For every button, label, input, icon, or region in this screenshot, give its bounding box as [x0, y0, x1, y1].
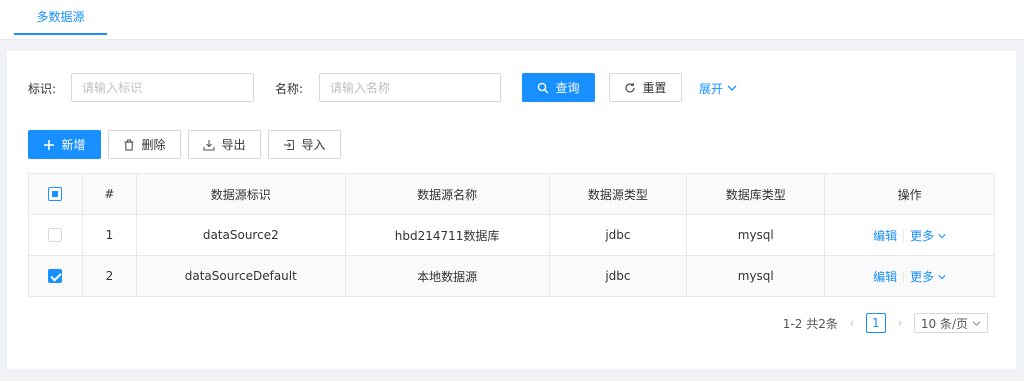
page-size-select[interactable]: 10 条/页	[913, 313, 988, 333]
page-size-value: 10 条/页	[920, 316, 968, 331]
column-header: 操作	[824, 173, 995, 215]
reset-button[interactable]: 重置	[609, 73, 682, 102]
edit-link[interactable]: 编辑	[873, 229, 897, 243]
identifier-input[interactable]	[71, 73, 254, 102]
table-header-row: # 数据源标识 数据源名称 数据源类型 数据库类型 操作	[28, 173, 995, 215]
datasource-table: # 数据源标识 数据源名称 数据源类型 数据库类型 操作 1 dataSourc…	[28, 173, 995, 297]
pagination-summary: 1-2 共2条	[782, 316, 838, 331]
delete-button-label: 删除	[141, 138, 166, 152]
edit-link[interactable]: 编辑	[873, 270, 897, 284]
download-icon	[203, 139, 216, 151]
select-all-cell[interactable]	[28, 173, 83, 215]
row-select-cell[interactable]	[28, 214, 83, 256]
row-checkbox[interactable]	[48, 228, 63, 243]
expand-toggle[interactable]: 展开	[699, 80, 737, 97]
import-button-label: 导入	[301, 138, 326, 152]
chevron-down-icon	[938, 274, 946, 279]
export-button-label: 导出	[221, 138, 246, 152]
row-index: 2	[81, 255, 137, 297]
row-datasource-name: 本地数据源	[344, 255, 550, 297]
row-datasource-id: dataSource2	[135, 214, 346, 256]
prev-page-icon[interactable]: ‹	[846, 316, 858, 330]
action-divider	[903, 271, 905, 283]
table-row[interactable]: 2 dataSourceDefault 本地数据源 jdbc mysql 编辑更…	[28, 255, 995, 297]
row-datasource-type: jdbc	[548, 214, 688, 256]
page-number-button[interactable]: 1	[865, 313, 886, 333]
row-index: 1	[81, 214, 137, 256]
trash-icon	[123, 138, 135, 151]
expand-label: 展开	[699, 82, 724, 96]
row-db-type: mysql	[686, 214, 826, 256]
more-label: 更多	[910, 269, 935, 284]
row-select-cell[interactable]	[28, 255, 83, 297]
reset-button-label: 重置	[642, 81, 667, 95]
row-datasource-type: jdbc	[548, 255, 688, 297]
name-label: 名称:	[275, 82, 304, 96]
chevron-down-icon	[972, 320, 981, 326]
search-icon	[537, 82, 549, 94]
chevron-down-icon	[727, 82, 737, 96]
import-button[interactable]: 导入	[268, 130, 341, 159]
chevron-down-icon	[938, 233, 946, 238]
more-dropdown[interactable]: 更多	[910, 270, 946, 284]
column-header[interactable]: 数据源类型	[548, 173, 688, 215]
pagination: 1-2 共2条 ‹ 1 › 10 条/页	[783, 313, 988, 333]
add-button-label: 新增	[61, 138, 86, 152]
query-button-label: 查询	[555, 81, 580, 95]
row-actions: 编辑 更多	[824, 214, 995, 256]
tab-multi-datasource[interactable]: 多数据源	[14, 0, 107, 35]
export-button[interactable]: 导出	[188, 130, 261, 159]
column-header[interactable]: 数据库类型	[686, 173, 826, 215]
row-checkbox[interactable]	[48, 269, 63, 284]
more-label: 更多	[910, 228, 935, 243]
next-page-icon[interactable]: ›	[894, 316, 906, 330]
select-all-checkbox[interactable]	[48, 187, 63, 202]
action-divider	[903, 230, 905, 242]
plus-icon	[43, 139, 55, 151]
column-header[interactable]: 数据源标识	[135, 173, 346, 215]
more-dropdown[interactable]: 更多	[910, 229, 946, 243]
top-tab-bar: 多数据源	[0, 0, 1024, 40]
name-input[interactable]	[319, 73, 501, 102]
query-button[interactable]: 查询	[522, 73, 595, 102]
identifier-label: 标识:	[28, 82, 57, 96]
import-icon	[283, 139, 295, 151]
row-actions: 编辑 更多	[824, 255, 995, 297]
row-datasource-id: dataSourceDefault	[135, 255, 346, 297]
row-datasource-name: hbd214711数据库	[344, 214, 550, 256]
column-header[interactable]: 数据源名称	[344, 173, 550, 215]
row-db-type: mysql	[686, 255, 826, 297]
column-header: #	[81, 173, 137, 215]
delete-button[interactable]: 删除	[108, 130, 181, 159]
add-button[interactable]: 新增	[28, 130, 101, 159]
reload-icon	[624, 82, 636, 94]
table-row[interactable]: 1 dataSource2 hbd214711数据库 jdbc mysql 编辑…	[28, 214, 995, 256]
